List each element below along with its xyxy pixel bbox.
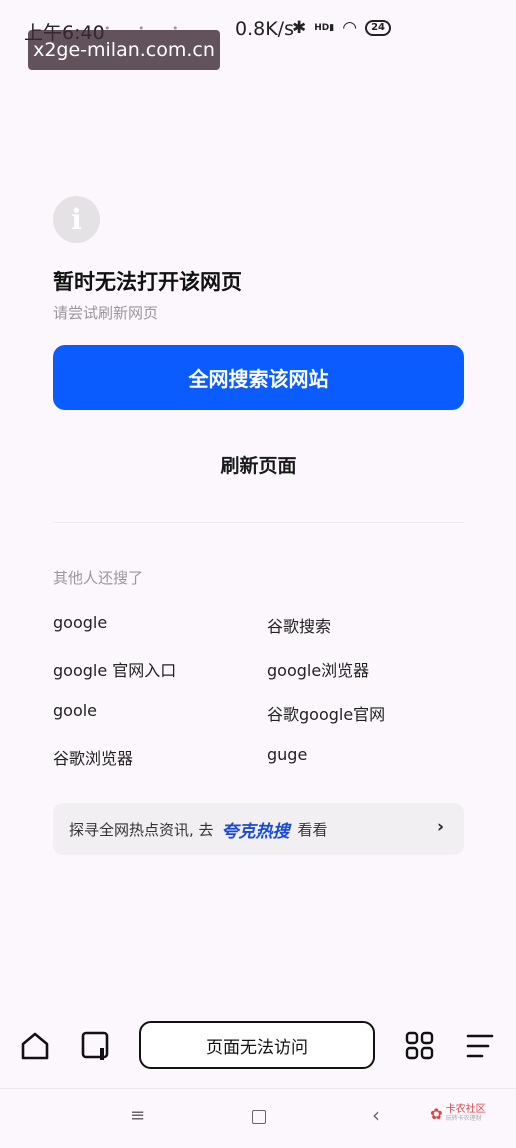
hot-search-banner[interactable]: 探寻全网热点资讯, 去 夸克热搜 看看 › [53, 803, 464, 855]
address-bar[interactable]: 页面无法访问 [139, 1021, 375, 1069]
network-speed: 0.8K/s [235, 18, 294, 40]
home-icon[interactable] [19, 1030, 51, 1062]
badge-subtitle: 玩转卡农理财 [445, 1115, 482, 1122]
suggestion-link[interactable]: google 官网入口 [53, 657, 176, 681]
signal-icon: HD▮ [314, 23, 335, 33]
divider [53, 522, 464, 523]
kanong-logo-icon: ✿ [430, 1104, 443, 1123]
refresh-page-button[interactable]: 刷新页面 [53, 438, 464, 490]
apps-icon[interactable] [404, 1030, 436, 1062]
menu-icon[interactable] [464, 1030, 496, 1062]
others-searched-title: 其他人还搜了 [53, 569, 144, 587]
info-icon: i [53, 196, 100, 243]
suggestion-link[interactable]: google [53, 613, 107, 632]
suggestion-link[interactable]: goole [53, 701, 97, 720]
hot-search-prefix: 探寻全网热点资讯, 去 [69, 820, 214, 839]
error-subtitle: 请尝试刷新网页 [53, 304, 159, 322]
status-icons: ✱ HD▮ ◠ 24 [292, 18, 391, 38]
tabs-icon[interactable] [80, 1030, 112, 1062]
kanong-community-watermark: ✿ 卡农社区 玩转卡农理财 [430, 1104, 486, 1123]
hot-search-suffix: 看看 [297, 820, 328, 839]
system-home-button[interactable] [252, 1110, 266, 1124]
wifi-icon: ◠ [342, 18, 358, 38]
bluetooth-icon: ✱ [292, 18, 307, 38]
back-button[interactable]: ‹ [372, 1103, 380, 1127]
suggestion-link[interactable]: guge [267, 745, 307, 764]
suggestion-link[interactable]: 谷歌搜索 [267, 613, 331, 637]
chevron-right-icon: › [436, 817, 444, 837]
recent-apps-button[interactable]: ≡ [130, 1105, 145, 1126]
toolbar-divider [0, 1088, 516, 1089]
badge-title: 卡农社区 [445, 1104, 486, 1115]
suggestion-link[interactable]: 谷歌浏览器 [53, 745, 133, 769]
suggestion-link[interactable]: google浏览器 [267, 657, 369, 681]
battery-icon: 24 [365, 20, 391, 36]
quark-hot-search-logo: 夸克热搜 [221, 821, 290, 842]
watermark: x2ge-milan.com.cn [28, 30, 220, 70]
suggestion-link[interactable]: 谷歌google官网 [267, 701, 385, 725]
search-whole-web-button[interactable]: 全网搜索该网站 [53, 345, 464, 410]
error-title: 暂时无法打开该网页 [53, 270, 242, 294]
